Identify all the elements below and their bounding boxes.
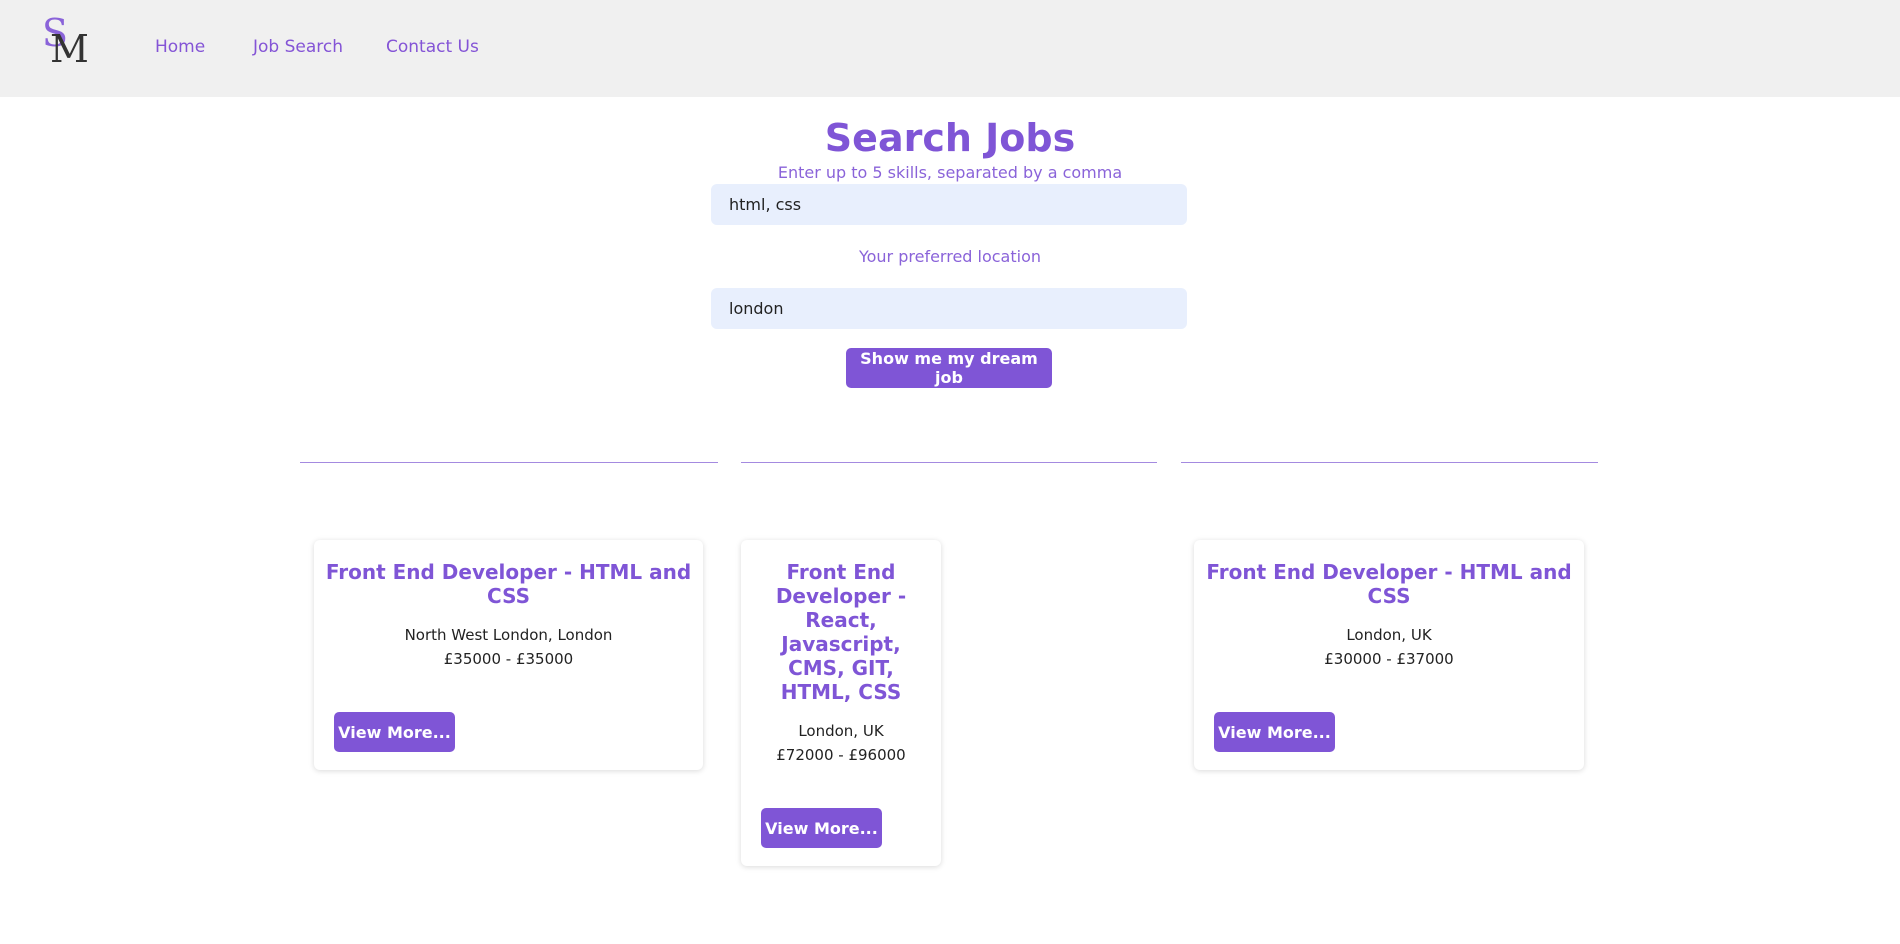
job-card: Front End Developer - HTML and CSS Londo… (1194, 540, 1584, 770)
job-location: North West London, London (404, 626, 613, 644)
job-salary: £35000 - £35000 (443, 650, 574, 668)
nav-link-home[interactable]: Home (155, 37, 205, 57)
location-input[interactable] (711, 288, 1187, 329)
view-more-button[interactable]: View More... (761, 808, 882, 848)
job-location: London, UK (798, 722, 884, 740)
divider-column-1 (300, 462, 718, 463)
skills-hint: Enter up to 5 skills, separated by a com… (777, 163, 1123, 182)
job-title[interactable]: Front End Developer - HTML and CSS (324, 560, 693, 608)
view-more-button[interactable]: View More... (334, 712, 455, 752)
page-title: Search Jobs (824, 116, 1076, 160)
divider-column-3 (1181, 462, 1598, 463)
nav-link-contact-us[interactable]: Contact Us (386, 37, 479, 57)
view-more-button[interactable]: View More... (1214, 712, 1335, 752)
logo-letter-m: M (50, 27, 89, 71)
job-location: London, UK (1346, 626, 1432, 644)
site-logo[interactable]: S M (42, 14, 89, 71)
job-card: Front End Developer - HTML and CSS North… (314, 540, 703, 770)
job-card: Front End Developer - React, Javascript,… (741, 540, 941, 866)
skills-input[interactable] (711, 184, 1187, 225)
nav-link-job-search[interactable]: Job Search (253, 37, 343, 57)
location-hint: Your preferred location (858, 247, 1042, 266)
job-title[interactable]: Front End Developer - HTML and CSS (1204, 560, 1574, 608)
divider-column-2 (741, 462, 1157, 463)
job-salary: £72000 - £96000 (776, 746, 906, 764)
job-salary: £30000 - £37000 (1324, 650, 1454, 668)
show-dream-job-button[interactable]: Show me my dream job (846, 348, 1052, 388)
top-nav: S M Home Job Search Contact Us (0, 0, 1900, 97)
job-title[interactable]: Front End Developer - React, Javascript,… (755, 560, 927, 704)
